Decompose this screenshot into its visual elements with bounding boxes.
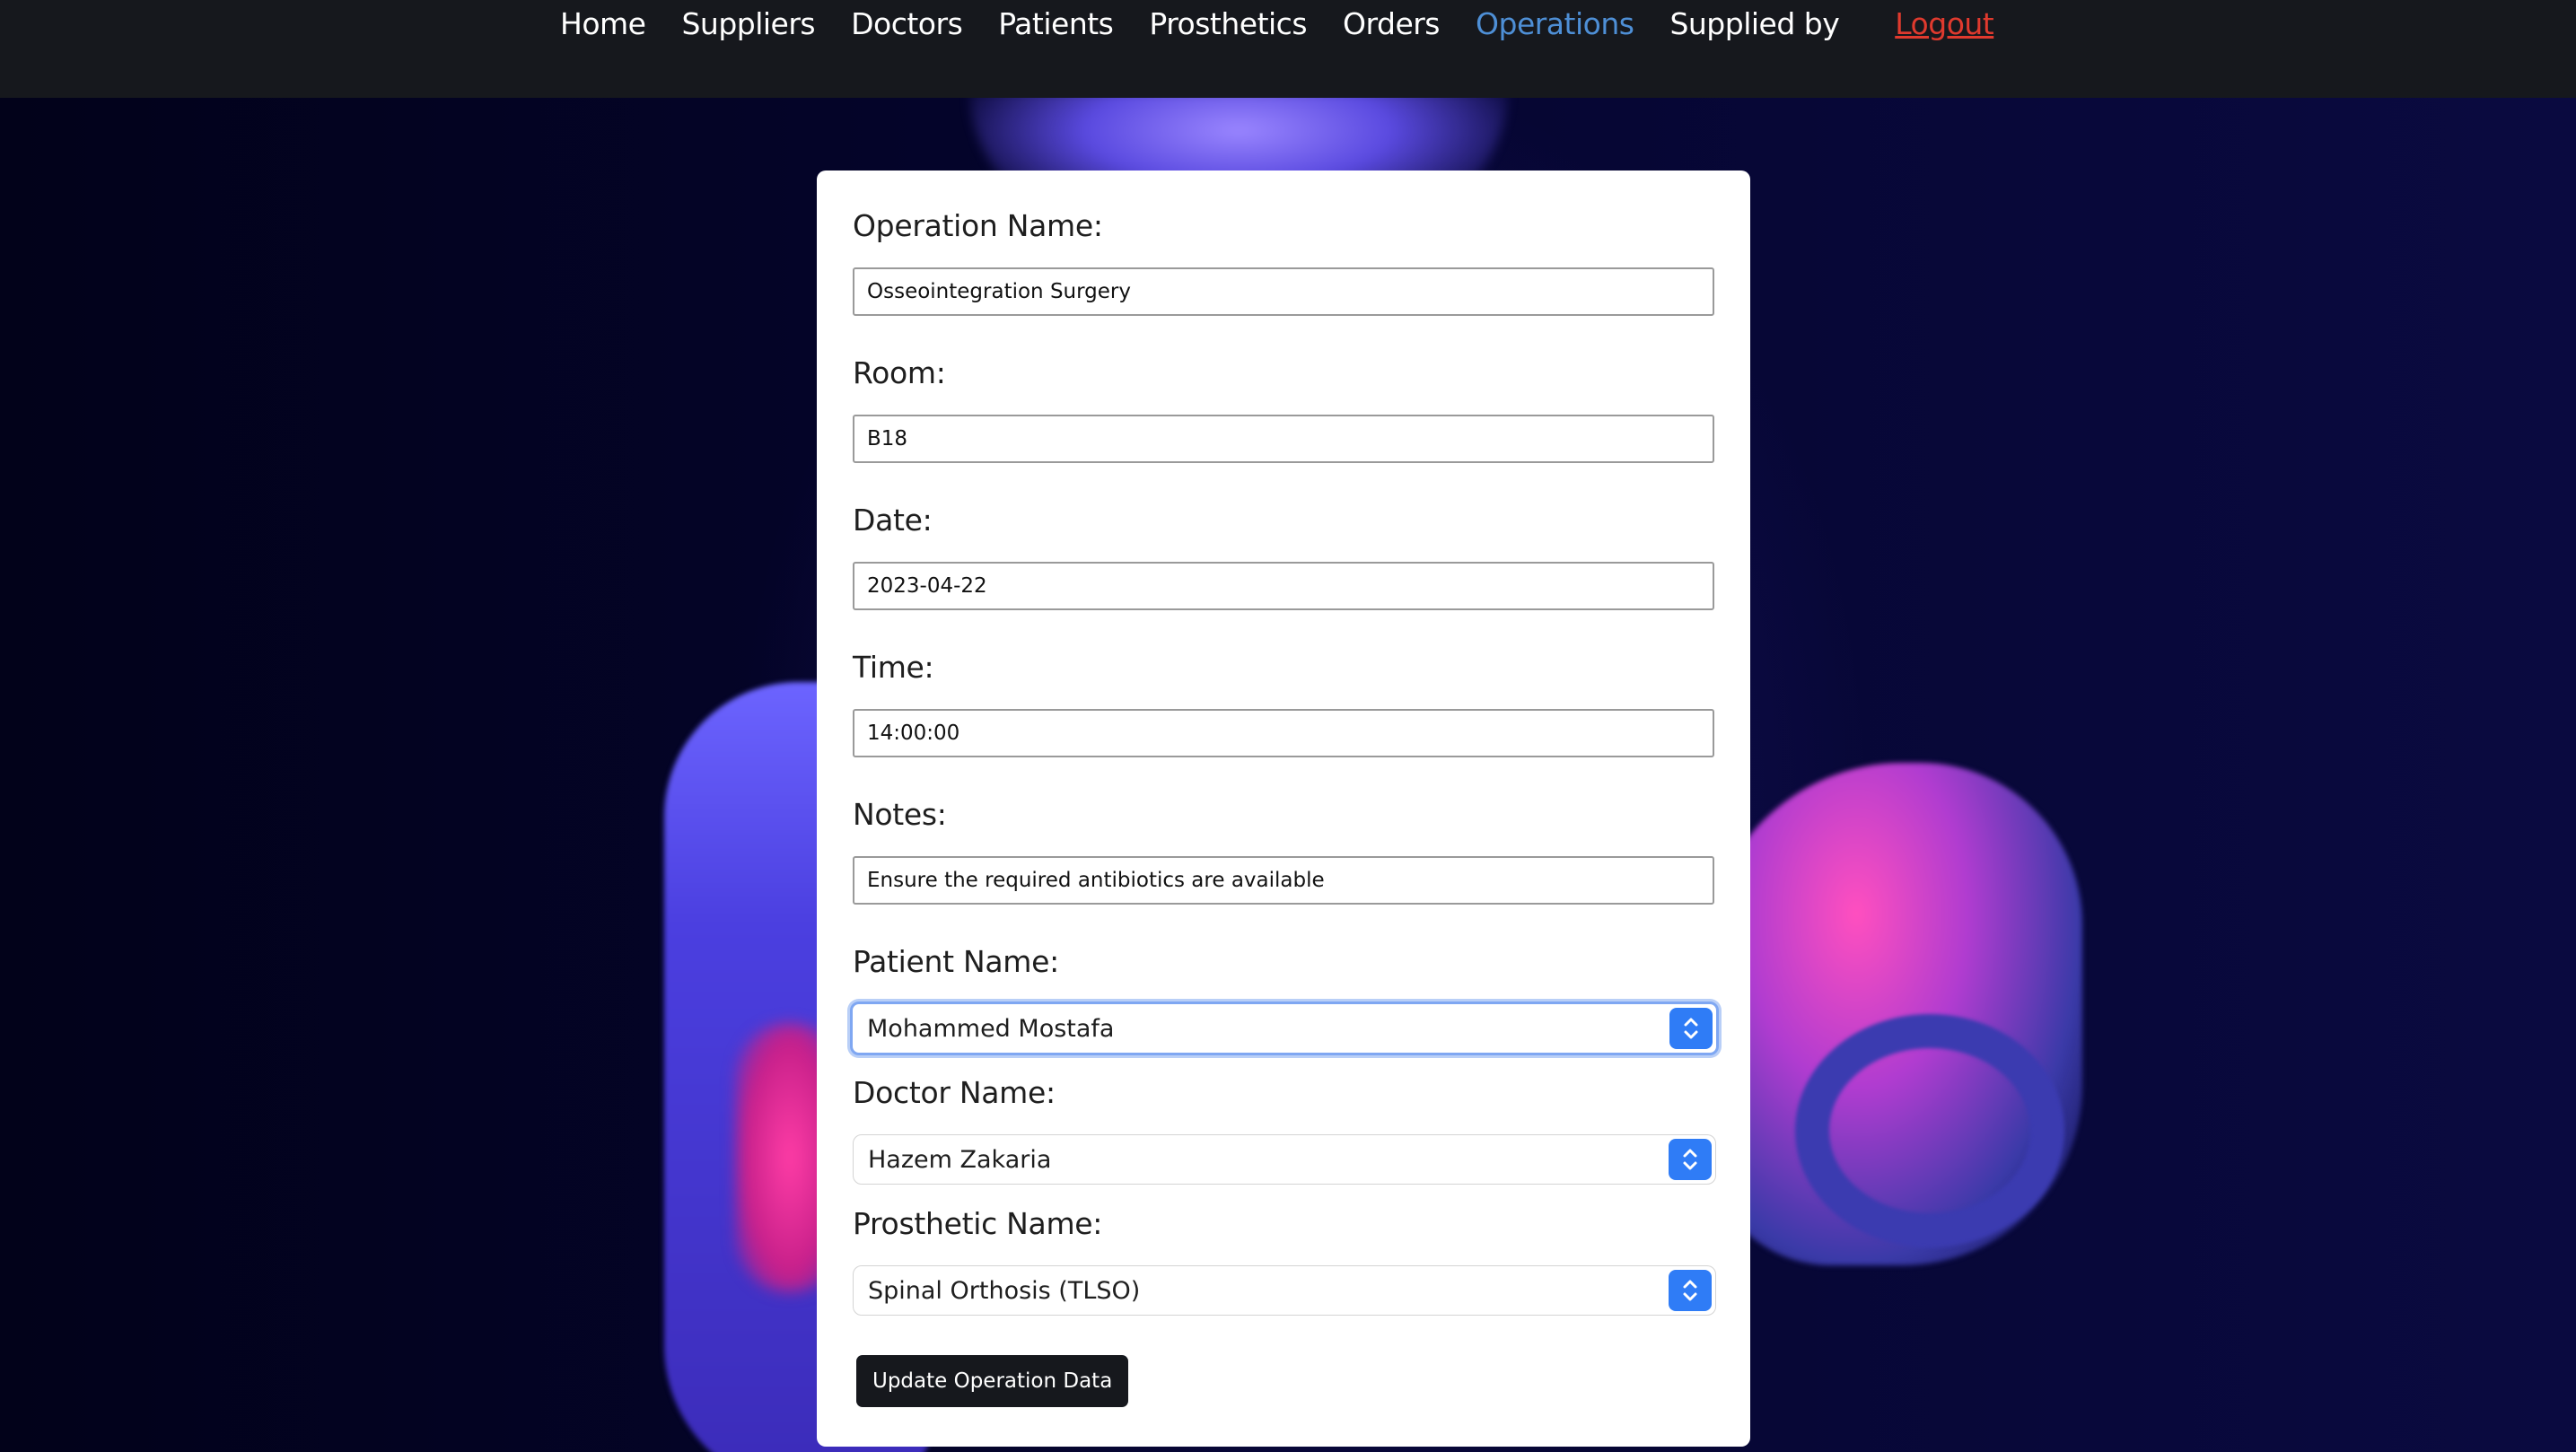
logout-link[interactable]: Logout: [1895, 6, 1994, 41]
doctor-name-label: Doctor Name:: [853, 1075, 1056, 1110]
doctor-name-selected-value: Hazem Zakaria: [868, 1145, 1052, 1174]
patient-name-label: Patient Name:: [853, 944, 1059, 979]
prosthetic-name-selected-value: Spinal Orthosis (TLSO): [868, 1276, 1141, 1305]
room-input[interactable]: [853, 415, 1714, 463]
nav-menu: Home Suppliers Doctors Patients Prosthet…: [560, 0, 1994, 47]
time-label: Time:: [853, 650, 934, 685]
nav-link-orders[interactable]: Orders: [1343, 6, 1440, 41]
nav-link-suppliers[interactable]: Suppliers: [681, 6, 815, 41]
top-navbar: Home Suppliers Doctors Patients Prosthet…: [0, 0, 2576, 98]
chevron-up-down-icon: [1669, 1270, 1712, 1311]
chevron-up-down-icon: [1669, 1139, 1712, 1180]
patient-name-selected-value: Mohammed Mostafa: [867, 1014, 1115, 1043]
nav-link-operations[interactable]: Operations: [1476, 6, 1634, 41]
nav-link-doctors[interactable]: Doctors: [851, 6, 963, 41]
nav-link-home[interactable]: Home: [560, 6, 646, 41]
time-input[interactable]: [853, 709, 1714, 757]
notes-label: Notes:: [853, 797, 947, 832]
prosthetic-name-select[interactable]: Spinal Orthosis (TLSO): [853, 1265, 1716, 1316]
room-label: Room:: [853, 355, 946, 390]
nav-link-supplied-by[interactable]: Supplied by: [1669, 6, 1839, 41]
nav-link-prosthetics[interactable]: Prosthetics: [1149, 6, 1307, 41]
update-operation-button[interactable]: Update Operation Data: [856, 1355, 1129, 1407]
prosthetic-name-label: Prosthetic Name:: [853, 1206, 1103, 1241]
nav-link-patients[interactable]: Patients: [998, 6, 1114, 41]
operation-name-label: Operation Name:: [853, 208, 1103, 243]
date-label: Date:: [853, 503, 933, 538]
date-input[interactable]: [853, 562, 1714, 610]
background-prosthetic-ring: [1795, 1014, 2064, 1247]
operation-name-input[interactable]: [853, 267, 1714, 316]
update-operation-form: Operation Name: Room: Date: Time: Notes:…: [817, 171, 1750, 1447]
notes-input[interactable]: [853, 856, 1714, 905]
patient-name-select[interactable]: Mohammed Mostafa: [850, 1002, 1719, 1055]
chevron-up-down-icon: [1669, 1008, 1713, 1049]
doctor-name-select[interactable]: Hazem Zakaria: [853, 1134, 1716, 1185]
